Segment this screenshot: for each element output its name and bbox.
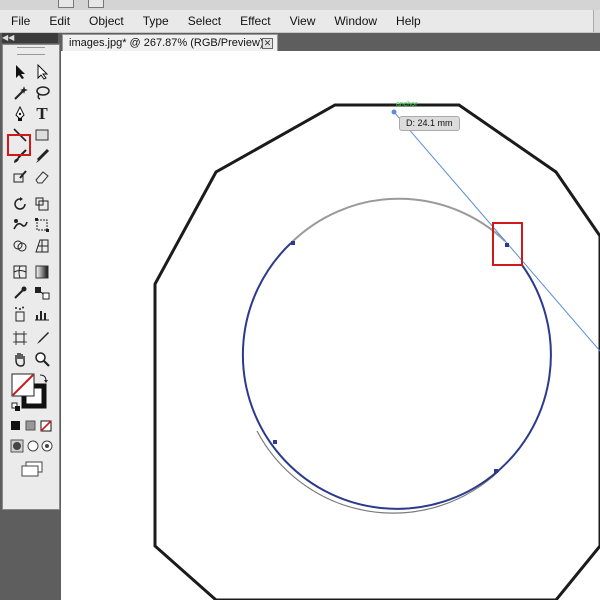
artboard-canvas[interactable]: anchor D: 24.1 mm bbox=[61, 51, 600, 600]
tools-panel-body: T bbox=[2, 44, 60, 510]
pen-path[interactable] bbox=[241, 242, 552, 510]
measure-tooltip: D: 24.1 mm bbox=[399, 116, 460, 131]
scale-icon[interactable] bbox=[32, 194, 52, 214]
menu-view[interactable]: View bbox=[279, 14, 324, 28]
fill-stroke-swatches[interactable] bbox=[10, 372, 54, 414]
rotate-icon[interactable] bbox=[10, 194, 30, 214]
pen-tool-highlight bbox=[7, 134, 31, 156]
menu-type[interactable]: Type bbox=[132, 14, 177, 28]
traced-stroke bbox=[256, 430, 500, 514]
anchor-point[interactable] bbox=[291, 241, 295, 245]
sketch-arc bbox=[290, 197, 506, 244]
type-icon[interactable]: T bbox=[32, 104, 52, 124]
menu-bar-edge bbox=[593, 10, 600, 32]
blob-brush-icon[interactable] bbox=[10, 167, 30, 187]
menu-file[interactable]: File bbox=[0, 14, 38, 28]
warp-icon[interactable] bbox=[10, 215, 30, 235]
menu-bar: File Edit Object Type Select Effect View… bbox=[0, 10, 600, 33]
symbol-sprayer-icon[interactable] bbox=[10, 304, 30, 324]
pencil-icon[interactable] bbox=[32, 146, 52, 166]
free-transform-icon[interactable] bbox=[32, 215, 52, 235]
anchor-highlight-box bbox=[492, 222, 523, 266]
draw-mode-buttons[interactable] bbox=[10, 439, 54, 453]
tools-panel: ◀◀ T bbox=[0, 33, 60, 600]
menu-object[interactable]: Object bbox=[78, 14, 132, 28]
selection-icon[interactable] bbox=[10, 62, 30, 82]
menu-help[interactable]: Help bbox=[385, 14, 429, 28]
document-tab-strip: images.jpg* @ 267.87% (RGB/Preview) ✕ bbox=[61, 33, 600, 51]
artboard-icon[interactable] bbox=[10, 328, 30, 348]
hand-icon[interactable] bbox=[10, 349, 30, 369]
outer-polygon[interactable] bbox=[153, 103, 600, 600]
menu-select[interactable]: Select bbox=[177, 14, 229, 28]
blend-icon[interactable] bbox=[32, 283, 52, 303]
gradient-icon[interactable] bbox=[32, 262, 52, 282]
anchor-point[interactable] bbox=[494, 469, 498, 473]
panel-grip[interactable] bbox=[17, 47, 45, 55]
lasso-icon[interactable] bbox=[32, 83, 52, 103]
window-icon bbox=[88, 0, 104, 8]
menu-effect[interactable]: Effect bbox=[229, 14, 278, 28]
magic-wand-icon[interactable] bbox=[10, 83, 30, 103]
pen-icon[interactable] bbox=[10, 104, 30, 124]
close-icon[interactable]: ✕ bbox=[262, 38, 273, 49]
tools-panel-header[interactable]: ◀◀ bbox=[2, 33, 58, 43]
document-tab[interactable]: images.jpg* @ 267.87% (RGB/Preview) ✕ bbox=[62, 34, 278, 51]
anchor-label: anchor bbox=[396, 101, 418, 108]
handle-point[interactable] bbox=[391, 109, 397, 115]
menu-edit[interactable]: Edit bbox=[38, 14, 78, 28]
eraser-icon[interactable] bbox=[32, 167, 52, 187]
artwork bbox=[153, 103, 600, 600]
perspective-grid-icon[interactable] bbox=[32, 236, 52, 256]
column-graph-icon[interactable] bbox=[32, 304, 52, 324]
rectangle-icon[interactable] bbox=[32, 125, 52, 145]
anchor-point[interactable] bbox=[273, 440, 277, 444]
document-tab-title: images.jpg* @ 267.87% (RGB/Preview) bbox=[69, 37, 264, 49]
mesh-icon[interactable] bbox=[10, 262, 30, 282]
slice-icon[interactable] bbox=[32, 328, 52, 348]
eyedropper-icon[interactable] bbox=[10, 283, 30, 303]
menu-window[interactable]: Window bbox=[323, 14, 385, 28]
color-mode-buttons[interactable] bbox=[10, 419, 54, 432]
window-icon bbox=[58, 0, 74, 8]
zoom-icon[interactable] bbox=[32, 349, 52, 369]
screen-mode-button[interactable] bbox=[20, 461, 44, 477]
shape-builder-icon[interactable] bbox=[10, 236, 30, 256]
direct-selection-icon[interactable] bbox=[32, 62, 52, 82]
